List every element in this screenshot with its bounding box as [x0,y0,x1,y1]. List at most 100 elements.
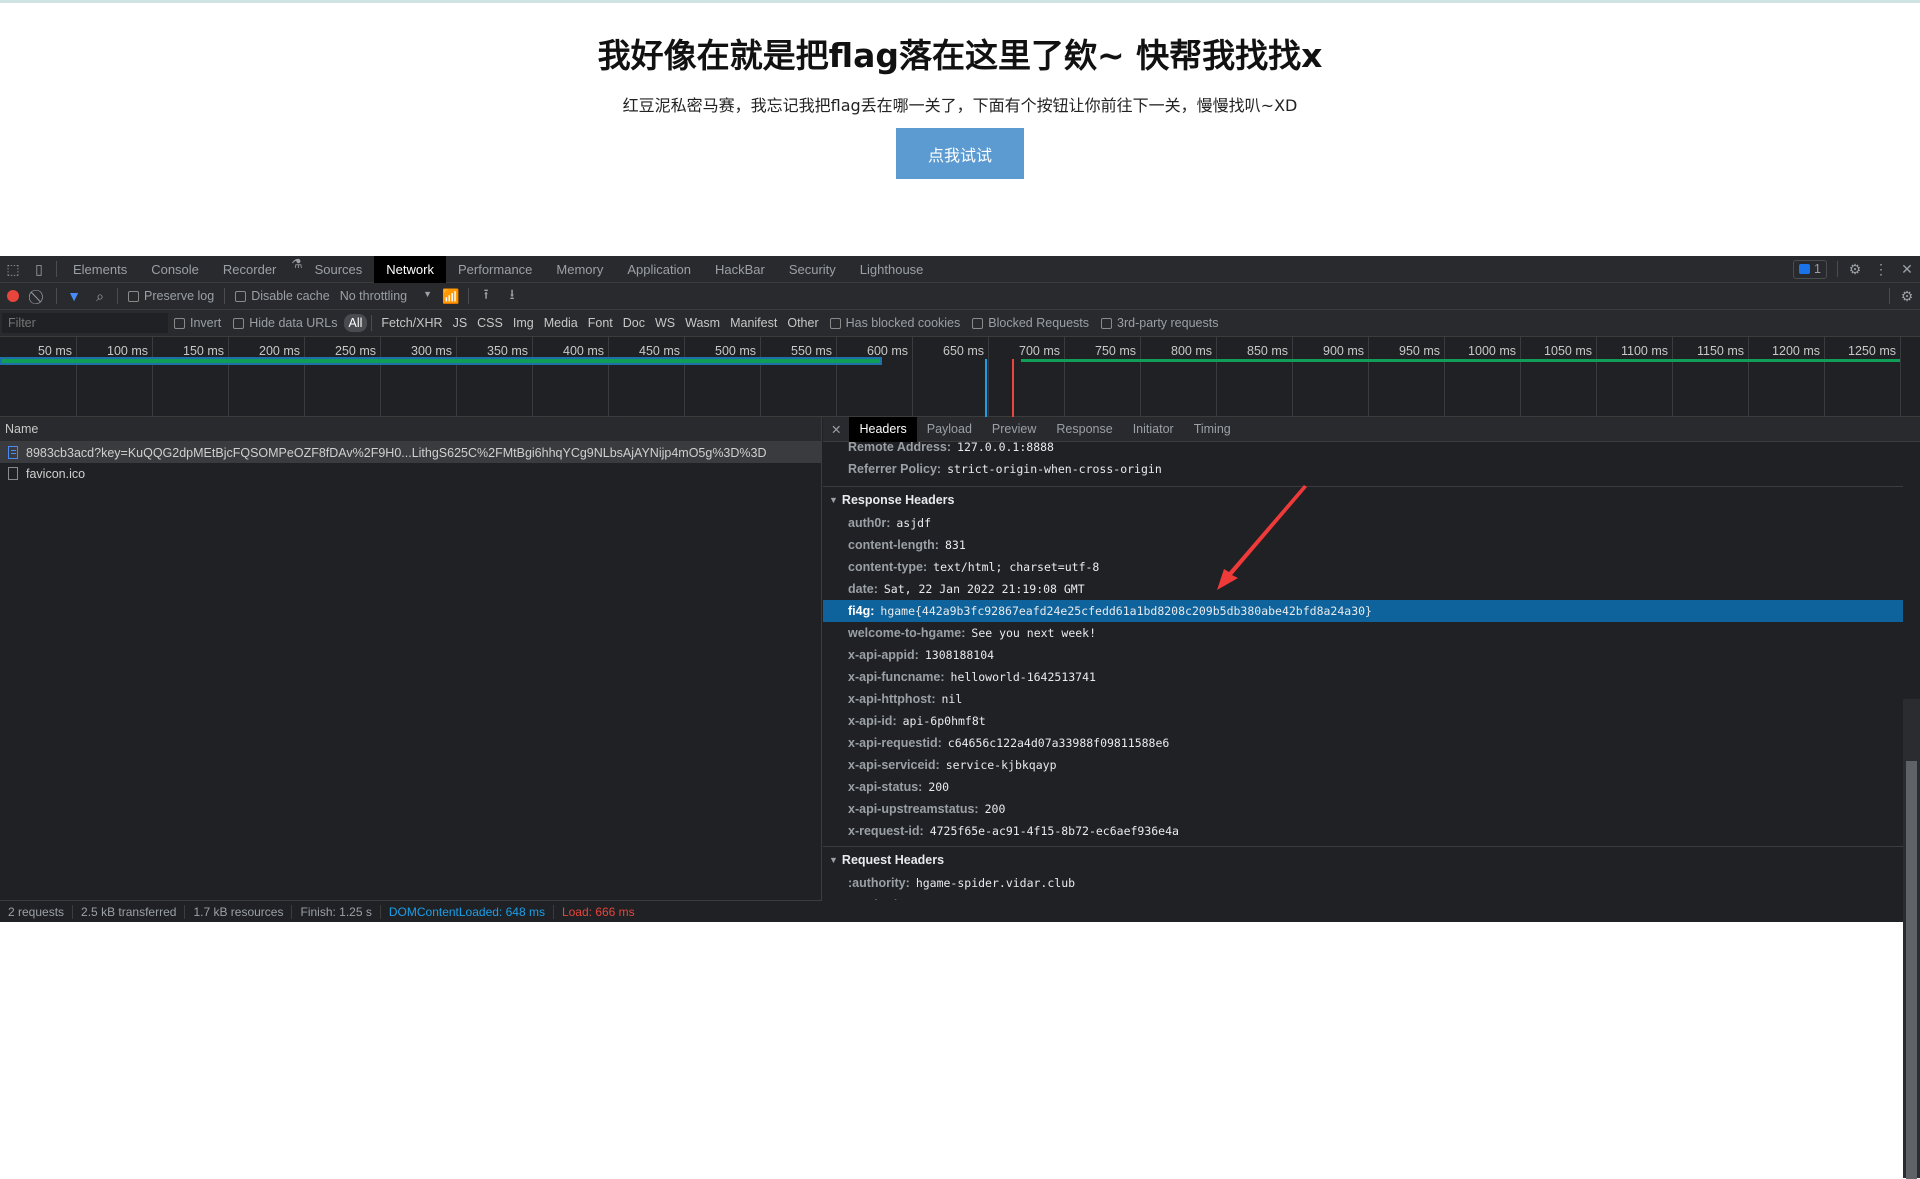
request-row[interactable]: favicon.ico [0,463,821,484]
record-button[interactable] [0,284,26,308]
header-row[interactable]: auth0r: asjdf [823,512,1903,534]
tab-console[interactable]: Console [139,256,211,283]
network-settings-gear-icon[interactable]: ⚙ [1894,284,1920,308]
request-headers-section[interactable]: ▼ Request Headers [823,846,1903,872]
header-row[interactable]: x-api-id: api-6p0hmf8t [823,710,1903,732]
header-row[interactable]: x-request-id: 4725f65e-ac91-4f15-8b72-ec6… [823,820,1903,842]
resource-type-filters: All Fetch/XHR JS CSS Img Media Font Doc WS Wasm Ma… [343,314,824,332]
close-devtools-icon[interactable]: ✕ [1894,257,1920,281]
invert-checkbox[interactable]: Invert [174,316,221,330]
header-value: 4725f65e-ac91-4f15-8b72-ec6aef936e4a [929,824,1179,838]
filter-type-doc[interactable]: Doc [618,314,650,332]
disable-cache-checkbox[interactable]: Disable cache [235,289,330,303]
header-row[interactable]: :authority: hgame-spider.vidar.club [823,872,1903,894]
header-row[interactable]: Remote Address: 127.0.0.1:8888 [823,442,1903,458]
filter-type-other[interactable]: Other [782,314,823,332]
details-tab-preview[interactable]: Preview [982,417,1046,442]
tab-hackbar[interactable]: HackBar [703,256,777,283]
network-conditions-icon[interactable]: 📶 [438,284,464,308]
header-row[interactable]: fi4g: hgame{442a9b3fc92867eafd24e25cfedd6… [823,600,1903,622]
document-icon [8,446,18,459]
timeline-tick-label: 1150 ms [1696,344,1744,358]
header-row[interactable]: x-api-requestid: c64656c122a4d07a33988f09… [823,732,1903,754]
tab-sources[interactable]: Sources [303,256,375,283]
details-tab-timing[interactable]: Timing [1184,417,1241,442]
tab-network[interactable]: Network [374,255,446,283]
issues-badge[interactable]: 1 [1793,259,1827,279]
timeline-gridline [1064,337,1065,417]
filter-type-css[interactable]: CSS [472,314,508,332]
timeline-gridline [1520,337,1521,417]
scrollbar-thumb[interactable] [1906,761,1917,1179]
header-row[interactable]: Referrer Policy: strict-origin-when-cross… [823,458,1903,480]
timeline-request-bar [1021,359,1900,362]
response-headers-section[interactable]: ▼ Response Headers [823,486,1903,512]
details-tab-payload[interactable]: Payload [917,417,982,442]
header-row[interactable]: date: Sat, 22 Jan 2022 21:19:08 GMT [823,578,1903,600]
details-scrollbar[interactable] [1903,699,1920,1179]
headers-view: Remote Address: 127.0.0.1:8888 Referrer Po… [823,442,1903,900]
has-blocked-cookies-checkbox[interactable]: Has blocked cookies [829,316,960,330]
filter-type-img[interactable]: Img [508,314,539,332]
third-party-requests-checkbox[interactable]: 3rd-party requests [1101,316,1218,330]
divider [468,288,470,304]
header-row[interactable]: welcome-to-hgame: See you next week! [823,622,1903,644]
tab-application[interactable]: Application [615,256,703,283]
blocked-requests-checkbox[interactable]: Blocked Requests [972,316,1089,330]
timeline-tick-label: 800 ms [1171,344,1212,358]
devtools-panel: ⬚ ▯ Elements Console Recorder ⚗ Sources Netw… [0,255,1920,1179]
header-key: x-request-id: [848,824,924,838]
tab-performance[interactable]: Performance [446,256,544,283]
tab-lighthouse[interactable]: Lighthouse [848,256,936,283]
tab-security[interactable]: Security [777,256,848,283]
hide-data-urls-checkbox[interactable]: Hide data URLs [233,316,338,330]
filter-type-wasm[interactable]: Wasm [680,314,725,332]
network-overview-timeline[interactable]: 50 ms 100 ms 150 ms 200 ms 250 ms 300 ms 350 m… [0,337,1920,417]
tab-recorder[interactable]: Recorder [211,256,288,283]
import-har-icon[interactable]: ⭱ [473,284,499,308]
tab-memory[interactable]: Memory [544,256,615,283]
inspect-element-icon[interactable]: ⬚ [0,257,26,281]
header-row[interactable]: x-api-status: 200 [823,776,1903,798]
header-row[interactable]: content-type: text/html; charset=utf-8 [823,556,1903,578]
header-row[interactable]: x-api-funcname: helloworld-1642513741 [823,666,1903,688]
header-key: x-api-appid: [848,648,919,662]
device-toolbar-icon[interactable]: ▯ [26,257,52,281]
header-row[interactable]: x-api-upstreamstatus: 200 [823,798,1903,820]
header-row[interactable]: :method: GET [823,894,1903,900]
filter-type-media[interactable]: Media [539,314,583,332]
try-me-button[interactable]: 点我试试 [896,128,1024,179]
close-details-icon[interactable]: ✕ [823,417,849,442]
details-tab-response[interactable]: Response [1046,417,1122,442]
preserve-log-checkbox[interactable]: Preserve log [128,289,214,303]
tab-elements[interactable]: Elements [61,256,139,283]
header-key: x-api-httphost: [848,692,936,706]
throttling-select[interactable]: No throttling ▼ [340,289,432,303]
timeline-gridline [1368,337,1369,417]
search-icon[interactable]: ⌕ [87,284,113,308]
export-har-icon[interactable]: ⭳ [499,284,525,308]
settings-gear-icon[interactable]: ⚙ [1842,257,1868,281]
filter-type-fetchxhr[interactable]: Fetch/XHR [376,314,447,332]
filter-type-all[interactable]: All [343,314,368,332]
filter-type-manifest[interactable]: Manifest [725,314,782,332]
column-header-name[interactable]: Name [0,417,821,442]
timeline-gridline [1292,337,1293,417]
filter-input[interactable] [2,313,168,333]
clear-icon[interactable]: ⃠ [26,284,52,308]
filter-type-js[interactable]: JS [448,314,473,332]
header-row[interactable]: content-length: 831 [823,534,1903,556]
filter-type-ws[interactable]: WS [650,314,680,332]
filter-icon[interactable]: ▼ [61,284,87,308]
request-row[interactable]: 8983cb3acd?key=KuQQG2dpMEtBjcFQSOMPeOZF8… [0,442,821,463]
filter-type-font[interactable]: Font [583,314,618,332]
header-row[interactable]: x-api-serviceid: service-kjbkqayp [823,754,1903,776]
header-value: 200 [928,780,950,794]
header-row[interactable]: x-api-httphost: nil [823,688,1903,710]
header-key: x-api-requestid: [848,736,942,750]
details-tab-initiator[interactable]: Initiator [1123,417,1184,442]
timeline-tick-label: 150 ms [183,344,224,358]
more-options-icon[interactable]: ⋮ [1868,257,1894,281]
details-tab-headers[interactable]: Headers [849,416,917,442]
header-row[interactable]: x-api-appid: 1308188104 [823,644,1903,666]
